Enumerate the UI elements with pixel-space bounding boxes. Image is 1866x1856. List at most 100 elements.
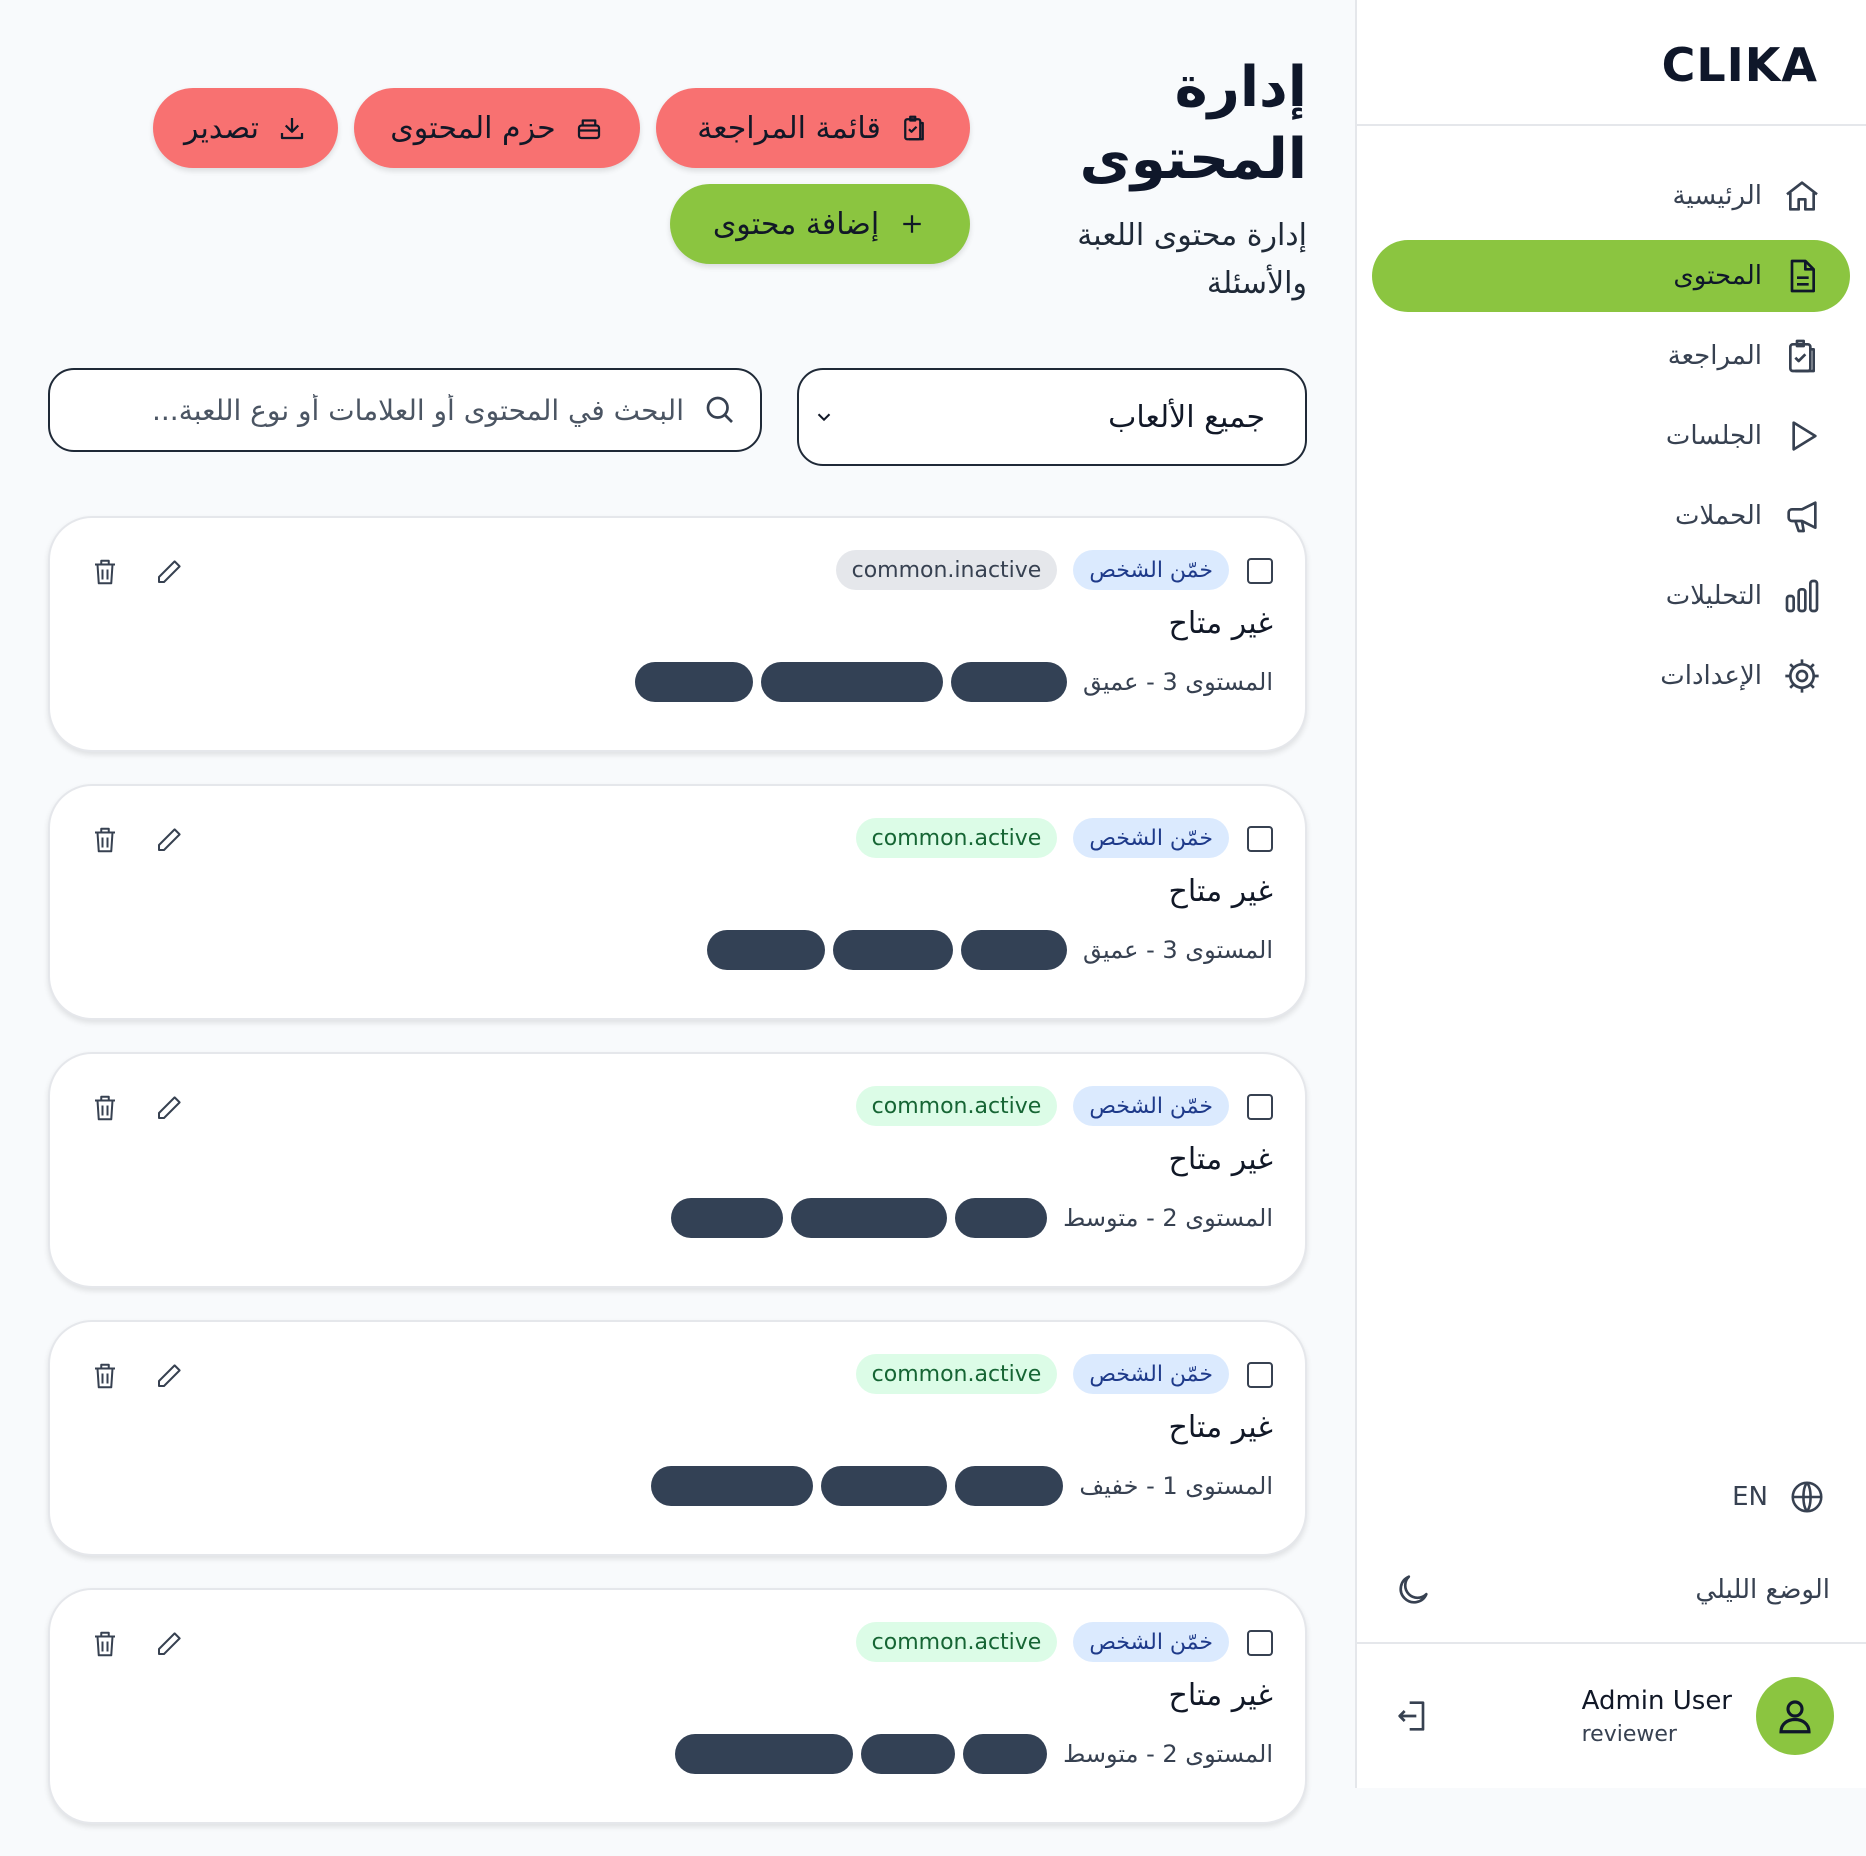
sidebar-item-label: الإعدادات bbox=[1660, 661, 1762, 691]
tag-pill bbox=[761, 662, 944, 702]
play-icon bbox=[1782, 416, 1822, 456]
game-type-badge: خمّن الشخص bbox=[1073, 550, 1229, 590]
level-label: المستوى 3 - عميق bbox=[1083, 668, 1273, 696]
brand-logo[interactable]: CLIKA bbox=[1662, 38, 1818, 92]
bar-chart-icon bbox=[1782, 576, 1822, 616]
review-list-label: قائمة المراجعة bbox=[697, 110, 881, 146]
sidebar-item-sessions[interactable]: الجلسات bbox=[1372, 400, 1850, 472]
download-icon bbox=[277, 113, 307, 143]
search-input[interactable] bbox=[90, 392, 686, 428]
game-filter-select[interactable]: جميع الألعاب bbox=[797, 368, 1307, 466]
delete-icon[interactable] bbox=[90, 1092, 120, 1124]
sidebar-item-settings[interactable]: الإعدادات bbox=[1372, 640, 1850, 712]
user-name: Admin User bbox=[1581, 1685, 1732, 1716]
level-label: المستوى 2 - متوسط bbox=[1063, 1204, 1273, 1232]
delete-icon[interactable] bbox=[90, 1628, 120, 1660]
globe-icon bbox=[1788, 1478, 1826, 1516]
content-list: خمّن الشخص common.inactive غير متاح المس… bbox=[48, 516, 1307, 1856]
edit-icon[interactable] bbox=[154, 1628, 184, 1660]
content-card: خمّن الشخص common.active غير متاح المستو… bbox=[48, 1052, 1307, 1288]
delete-icon[interactable] bbox=[90, 556, 120, 588]
tag-pill bbox=[671, 1198, 784, 1238]
user-icon bbox=[1779, 1700, 1811, 1734]
export-button[interactable]: تصدير bbox=[153, 88, 338, 168]
review-list-button[interactable]: قائمة المراجعة bbox=[656, 88, 970, 168]
edit-icon[interactable] bbox=[154, 824, 184, 856]
avatar[interactable] bbox=[1756, 1677, 1834, 1755]
dark-mode-toggle[interactable]: الوضع الليلي bbox=[1393, 1560, 1830, 1620]
add-content-label: إضافة محتوى bbox=[712, 206, 880, 242]
sidebar: CLIKA الرئيسية المحتوى المراجعة الجلسات bbox=[1355, 0, 1866, 1788]
level-label: المستوى 2 - متوسط bbox=[1063, 1740, 1273, 1768]
sidebar-item-analytics[interactable]: التحليلات bbox=[1372, 560, 1850, 632]
document-icon bbox=[1782, 256, 1822, 296]
content-packs-button[interactable]: حزم المحتوى bbox=[354, 88, 640, 168]
sidebar-item-label: المحتوى bbox=[1673, 261, 1762, 291]
status-badge: common.active bbox=[855, 1622, 1058, 1662]
content-packs-label: حزم المحتوى bbox=[390, 110, 556, 146]
content-title: غير متاح bbox=[1168, 1142, 1273, 1177]
search-icon bbox=[702, 392, 738, 428]
edit-icon[interactable] bbox=[154, 556, 184, 588]
page-title: إدارة المحتوى bbox=[1079, 55, 1307, 192]
sidebar-item-label: التحليلات bbox=[1665, 581, 1762, 611]
tag-pill bbox=[833, 930, 954, 970]
megaphone-icon bbox=[1782, 496, 1822, 536]
user-role: reviewer bbox=[1581, 1721, 1677, 1747]
content-card: خمّن الشخص common.active غير متاح المستو… bbox=[48, 1588, 1307, 1824]
logout-icon[interactable] bbox=[1393, 1696, 1433, 1736]
status-badge: common.active bbox=[855, 1086, 1058, 1126]
package-icon bbox=[574, 113, 604, 143]
tag-pill bbox=[707, 930, 826, 970]
tag-pill bbox=[635, 662, 754, 702]
tag-pill bbox=[951, 662, 1068, 702]
page-subtitle: إدارة محتوى اللعبة والأسئلة bbox=[1077, 218, 1307, 301]
edit-icon[interactable] bbox=[154, 1092, 184, 1124]
tag-pill bbox=[651, 1466, 814, 1506]
chevron-down-icon bbox=[813, 406, 835, 428]
content-card: خمّن الشخص common.active غير متاح المستو… bbox=[48, 1320, 1307, 1556]
content-card: خمّن الشخص common.inactive غير متاح المس… bbox=[48, 516, 1307, 752]
level-label: المستوى 3 - عميق bbox=[1083, 936, 1273, 964]
divider bbox=[1357, 1642, 1866, 1644]
main-content: إدارة المحتوى إدارة محتوى اللعبة والأسئل… bbox=[0, 0, 1355, 1824]
tag-pill bbox=[821, 1466, 948, 1506]
content-title: غير متاح bbox=[1168, 874, 1273, 909]
tag-pill bbox=[961, 930, 1068, 970]
sidebar-item-campaigns[interactable]: الحملات bbox=[1372, 480, 1850, 552]
tag-pill bbox=[955, 1198, 1048, 1238]
tag-pill bbox=[861, 1734, 956, 1774]
select-checkbox[interactable] bbox=[1247, 558, 1273, 584]
content-title: غير متاح bbox=[1168, 1410, 1273, 1445]
sidebar-nav: الرئيسية المحتوى المراجعة الجلسات الحملا… bbox=[1372, 160, 1850, 720]
search-field bbox=[48, 368, 762, 452]
tag-pill bbox=[675, 1734, 854, 1774]
sidebar-item-home[interactable]: الرئيسية bbox=[1372, 160, 1850, 232]
export-label: تصدير bbox=[184, 110, 260, 146]
delete-icon[interactable] bbox=[90, 824, 120, 856]
game-type-badge: خمّن الشخص bbox=[1073, 1354, 1229, 1394]
edit-icon[interactable] bbox=[154, 1360, 184, 1392]
delete-icon[interactable] bbox=[90, 1360, 120, 1392]
status-badge: common.active bbox=[855, 818, 1058, 858]
tag-pill bbox=[963, 1734, 1048, 1774]
game-type-badge: خمّن الشخص bbox=[1073, 1622, 1229, 1662]
add-content-button[interactable]: إضافة محتوى bbox=[670, 184, 970, 264]
gear-icon bbox=[1782, 656, 1822, 696]
select-checkbox[interactable] bbox=[1247, 1630, 1273, 1656]
content-title: غير متاح bbox=[1168, 606, 1273, 641]
select-checkbox[interactable] bbox=[1247, 826, 1273, 852]
game-type-badge: خمّن الشخص bbox=[1073, 818, 1229, 858]
language-toggle[interactable]: EN bbox=[1732, 1478, 1826, 1516]
sidebar-item-label: الجلسات bbox=[1665, 421, 1762, 451]
content-card: خمّن الشخص common.active غير متاح المستو… bbox=[48, 784, 1307, 1020]
sidebar-item-content[interactable]: المحتوى bbox=[1372, 240, 1850, 312]
sidebar-item-review[interactable]: المراجعة bbox=[1372, 320, 1850, 392]
status-badge: common.active bbox=[855, 1354, 1058, 1394]
plus-icon bbox=[897, 209, 927, 239]
select-checkbox[interactable] bbox=[1247, 1362, 1273, 1388]
sidebar-item-label: الحملات bbox=[1675, 501, 1762, 531]
content-title: غير متاح bbox=[1168, 1678, 1273, 1713]
moon-icon bbox=[1393, 1570, 1433, 1610]
select-checkbox[interactable] bbox=[1247, 1094, 1273, 1120]
